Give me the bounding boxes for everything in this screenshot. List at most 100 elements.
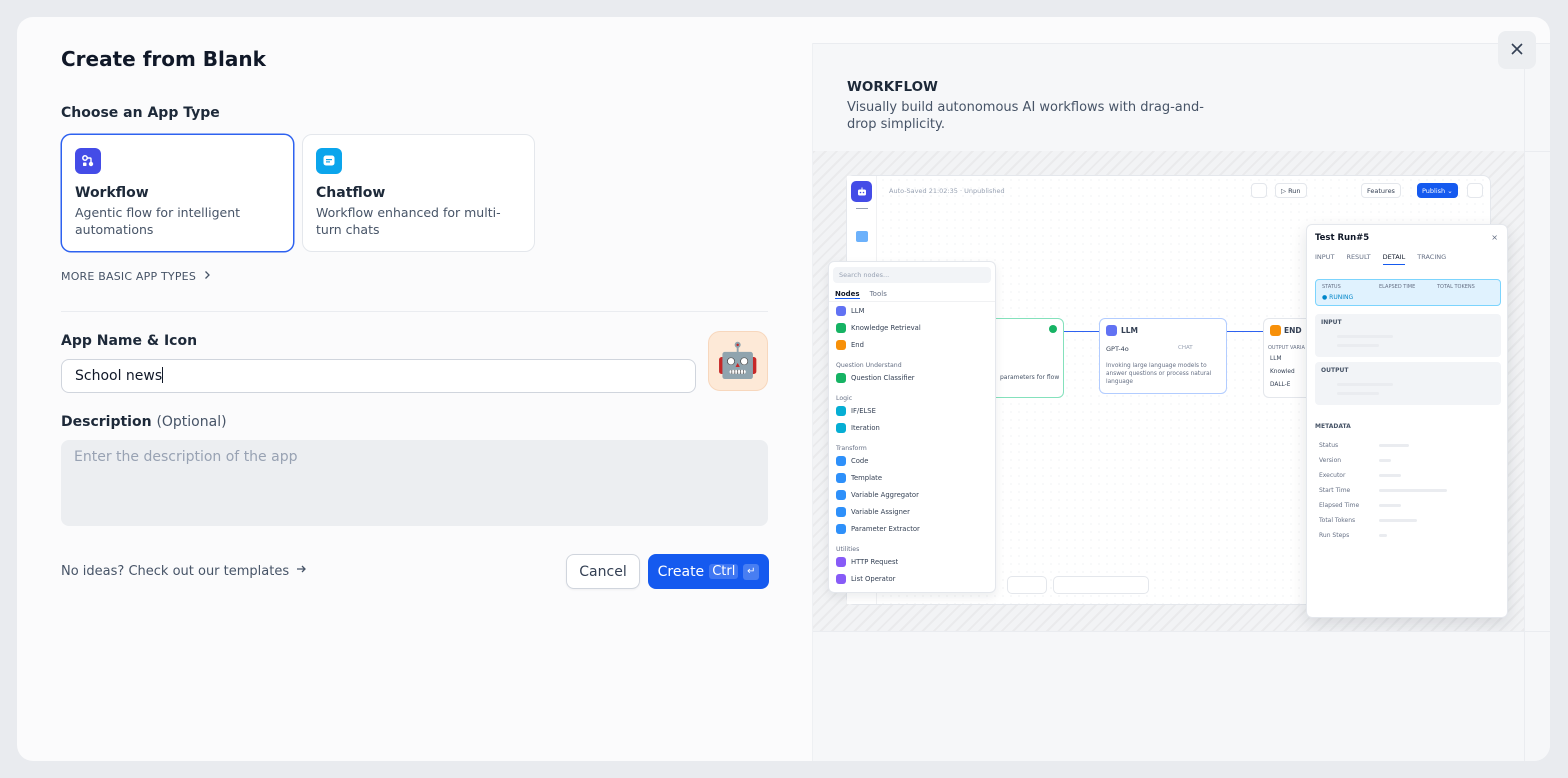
preview-run-button: ▷ Run xyxy=(1275,183,1307,198)
llm-node-header: LLM xyxy=(1106,325,1138,336)
enter-key-icon: ↵ xyxy=(743,563,760,580)
end-var-1: LLM xyxy=(1270,356,1282,362)
node-category: Logic xyxy=(836,395,853,402)
status-box: STATUS ELAPSED TIME TOTAL TOKENS ● RUNIN… xyxy=(1315,279,1501,306)
preview-features-label: Features xyxy=(1367,186,1395,195)
metadata-key: Executor xyxy=(1319,472,1346,479)
llm-icon xyxy=(1106,325,1117,336)
swap-icon xyxy=(856,208,868,209)
placeholder-bar xyxy=(1337,335,1393,338)
node-item-label: IF/ELSE xyxy=(851,406,876,415)
preview-publish-label: Publish xyxy=(1422,186,1446,195)
arrow-right-icon xyxy=(295,563,307,579)
chevron-right-icon xyxy=(202,270,212,283)
templates-link[interactable]: No ideas? Check out our templates xyxy=(61,563,307,579)
llm-node-title: LLM xyxy=(1121,326,1139,335)
more-app-types-toggle[interactable]: MORE BASIC APP TYPES xyxy=(61,270,212,283)
metadata-key: Status xyxy=(1319,442,1339,449)
node-type-icon xyxy=(836,422,846,433)
node-category: Question Understand xyxy=(836,362,902,369)
app-icon-picker[interactable]: 🤖 xyxy=(708,331,768,391)
node-type-icon xyxy=(836,573,846,584)
node-item-label: Variable Aggregator xyxy=(851,490,919,499)
workflow-icon xyxy=(75,148,101,174)
create-from-blank-dialog: Create from Blank Choose an App Type Wor… xyxy=(17,17,1550,761)
node-item-label: Template xyxy=(851,473,883,482)
node-type-icon xyxy=(836,472,846,483)
node-type-icon xyxy=(836,322,846,333)
close-icon xyxy=(1510,41,1524,60)
description-textarea[interactable]: Enter the description of the app xyxy=(61,440,768,526)
end-node-header: END xyxy=(1270,325,1302,336)
end-node-output-label: OUTPUT VARIA xyxy=(1268,345,1305,351)
node-type-icon xyxy=(836,489,846,500)
output-box: OUTPUT xyxy=(1315,362,1501,405)
preview-node-panel: Search nodes... Nodes Tools LLM Knowledge… xyxy=(828,261,996,593)
node-item-label: Knowledge Retrieval xyxy=(851,323,921,332)
chatflow-description: Workflow enhanced for multi-turn chats xyxy=(316,205,501,237)
check-icon xyxy=(1049,325,1057,333)
templates-link-label: No ideas? Check out our templates xyxy=(61,563,290,579)
more-app-types-label: MORE BASIC APP TYPES xyxy=(61,270,197,283)
workflow-description: Agentic flow for intelligent automations xyxy=(75,205,241,237)
metadata-row: Run Steps xyxy=(1319,528,1499,543)
node-item-label: Code xyxy=(851,456,869,465)
optional-label: (Optional) xyxy=(156,414,227,430)
tab-nodes: Nodes xyxy=(835,290,860,299)
cancel-button[interactable]: Cancel xyxy=(566,554,640,589)
description-label-text: Description xyxy=(61,414,152,430)
placeholder-bar xyxy=(1379,459,1391,462)
node-item-label: Iteration xyxy=(851,423,880,432)
node-item: IF/ELSE xyxy=(829,402,995,419)
start-node-desc: parameters for flow xyxy=(1000,374,1060,381)
placeholder-bar xyxy=(1379,534,1387,537)
node-item: Iteration xyxy=(829,419,995,436)
workflow-title: Workflow xyxy=(75,185,149,201)
node-item: Knowledge Retrieval xyxy=(829,319,995,336)
preview-run-label: Run xyxy=(1288,186,1301,195)
shortcut-ctrl: Ctrl xyxy=(709,564,739,579)
placeholder-bar xyxy=(1379,519,1417,522)
node-item-label: Variable Assigner xyxy=(851,507,910,516)
input-label: INPUT xyxy=(1321,319,1342,326)
divider xyxy=(61,311,768,312)
node-type-icon xyxy=(836,305,846,316)
metadata-row: Status xyxy=(1319,438,1499,453)
node-item-label: End xyxy=(851,340,864,349)
metadata-key: Start Time xyxy=(1319,487,1351,494)
end-icon xyxy=(1270,325,1281,336)
tokens-header: TOTAL TOKENS xyxy=(1437,284,1475,290)
end-node-title: END xyxy=(1284,326,1302,335)
preview-type-label: WORKFLOW xyxy=(847,79,938,95)
description-label: Description (Optional) xyxy=(61,414,227,430)
status-value: ● RUNING xyxy=(1322,294,1354,301)
node-item-label: LLM xyxy=(851,306,865,315)
app-name-input[interactable]: School news xyxy=(61,359,696,393)
close-button[interactable] xyxy=(1498,31,1536,69)
node-item: Variable Assigner xyxy=(829,503,995,520)
app-type-workflow-card[interactable]: Workflow Agentic flow for intelligent au… xyxy=(61,134,294,252)
node-item: Code xyxy=(829,452,995,469)
metadata-row: Start Time xyxy=(1319,483,1499,498)
create-label: Create xyxy=(657,563,705,580)
placeholder-bar xyxy=(1379,504,1401,507)
preview-features-button: Features xyxy=(1361,183,1401,198)
preview-type-description: Visually build autonomous AI workflows w… xyxy=(847,100,1204,132)
metadata-key: Run Steps xyxy=(1319,532,1350,539)
close-icon: × xyxy=(1491,233,1498,242)
tab-tools: Tools xyxy=(869,290,887,298)
preview-test-run-panel: Test Run#5 × INPUT RESULT DETAIL TRACING… xyxy=(1306,224,1508,618)
node-item: Parameter Extractor xyxy=(829,520,995,537)
app-type-chatflow-card[interactable]: Chatflow Workflow enhanced for multi-tur… xyxy=(302,134,535,252)
divider xyxy=(813,631,1550,632)
create-button[interactable]: Create Ctrl ↵ xyxy=(648,554,769,589)
tab-detail: DETAIL xyxy=(1382,253,1406,265)
node-type-icon xyxy=(836,455,846,466)
metadata-key: Total Tokens xyxy=(1319,517,1356,524)
tab-input: INPUT xyxy=(1315,253,1335,261)
metadata-key: Version xyxy=(1319,457,1342,464)
placeholder-bar xyxy=(1337,344,1379,347)
edge xyxy=(1064,331,1100,332)
robot-icon xyxy=(851,181,872,202)
metadata-row: Version xyxy=(1319,453,1499,468)
